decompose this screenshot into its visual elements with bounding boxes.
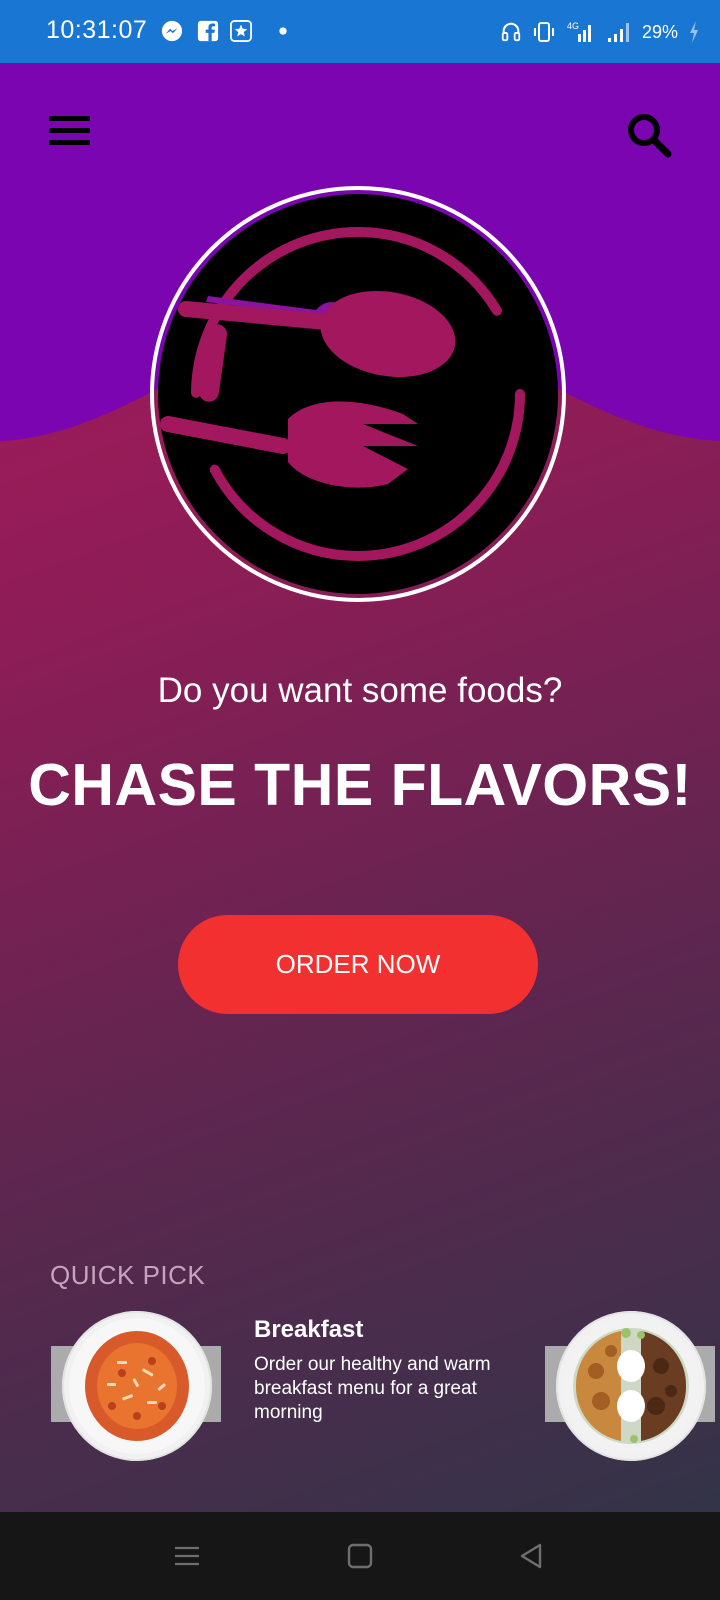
quick-pick-description: Order our healthy and warm breakfast men… (254, 1354, 491, 1423)
dish-image-pasta[interactable] (51, 1311, 221, 1461)
headline: CHASE THE FLAVORS! (28, 752, 692, 818)
status-time: 10:31:07 (46, 16, 148, 44)
network-label: 4G (567, 21, 579, 31)
signal-4g-icon: 4G (567, 21, 591, 42)
system-nav-bar (0, 1512, 720, 1600)
signal-icon (607, 23, 629, 42)
pasta-image (69, 1318, 205, 1454)
recent-apps-icon[interactable] (171, 1540, 203, 1572)
app-screen: Do you want some foods? CHASE THE FLAVOR… (0, 63, 720, 1512)
status-bar: 10:31:07 4G 29% (0, 0, 720, 63)
back-icon[interactable] (516, 1540, 548, 1572)
tagline: Do you want some foods? (157, 671, 563, 710)
facebook-icon (197, 20, 219, 42)
order-now-button[interactable]: ORDER NOW (178, 915, 538, 1014)
hamburger-menu-icon[interactable] (49, 116, 90, 146)
battery-percent: 29% (641, 21, 678, 42)
quick-pick-label: QUICK PICK (50, 1260, 206, 1290)
headphones-icon (501, 22, 521, 42)
battery-charging-icon (690, 21, 698, 43)
dot-icon (279, 27, 287, 35)
dish-image-rice-plate[interactable] (545, 1311, 715, 1461)
home-icon[interactable] (344, 1540, 376, 1572)
quick-pick-title: Breakfast (254, 1316, 364, 1343)
messenger-icon (161, 20, 183, 42)
rice-plate-image (563, 1318, 699, 1454)
search-icon[interactable] (626, 112, 672, 158)
status-indicators: 4G 29% (500, 18, 700, 46)
vibrate-icon (533, 22, 554, 42)
plate-fork-spoon-logo (150, 186, 566, 602)
star-badge-icon (230, 20, 252, 42)
